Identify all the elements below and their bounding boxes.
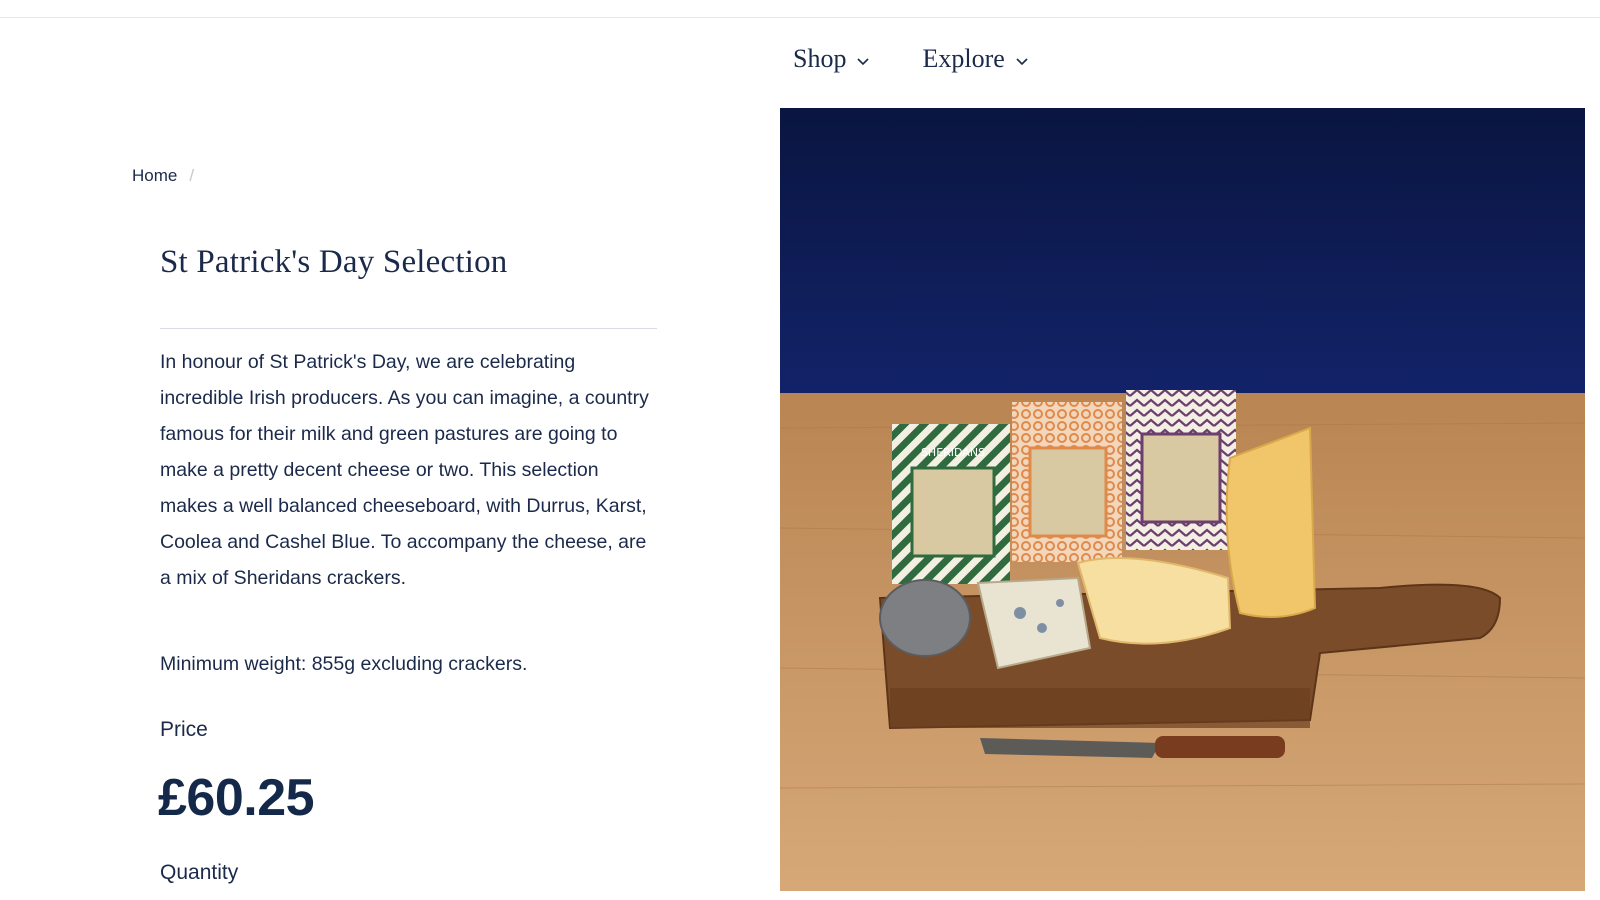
title-divider bbox=[160, 328, 657, 329]
price-value: £60.25 bbox=[158, 769, 315, 827]
pack-brand-label: SHERIDANS bbox=[921, 446, 985, 459]
minimum-weight: Minimum weight: 855g excluding crackers. bbox=[160, 653, 528, 675]
header-divider bbox=[0, 17, 1600, 18]
product-title: St Patrick's Day Selection bbox=[160, 244, 508, 280]
price-label: Price bbox=[160, 718, 208, 741]
nav-explore[interactable]: Explore bbox=[922, 44, 1028, 74]
breadcrumb-separator: / bbox=[189, 166, 195, 185]
main-nav: Shop Explore bbox=[793, 44, 1029, 74]
quantity-label: Quantity bbox=[160, 861, 239, 884]
nav-shop[interactable]: Shop bbox=[793, 44, 870, 74]
nav-explore-label: Explore bbox=[922, 44, 1005, 73]
chevron-down-icon bbox=[857, 58, 870, 66]
product-image: SHERIDANS bbox=[780, 108, 1585, 891]
product-image-illustration: SHERIDANS bbox=[780, 108, 1585, 891]
chevron-down-icon bbox=[1016, 58, 1028, 66]
product-description: In honour of St Patrick's Day, we are ce… bbox=[160, 351, 649, 589]
breadcrumb-home[interactable]: Home bbox=[132, 166, 177, 186]
breadcrumb: Home / bbox=[132, 166, 194, 186]
nav-shop-label: Shop bbox=[793, 44, 847, 73]
